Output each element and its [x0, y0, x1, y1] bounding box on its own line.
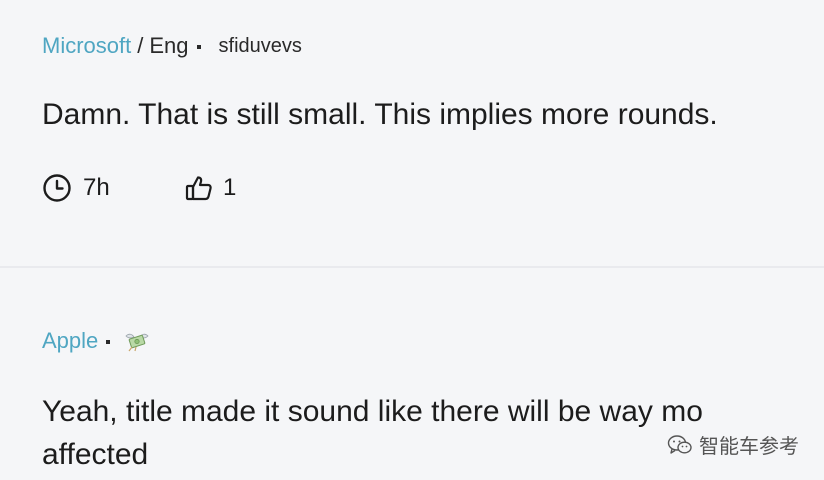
company-link[interactable]: Apple	[42, 328, 98, 354]
time-label: 7h	[83, 174, 110, 201]
meta-dot-separator	[196, 45, 201, 49]
post-stats: 7h 1	[42, 173, 236, 203]
username[interactable]: sfiduvevs	[219, 35, 302, 58]
post-meta: Microsoft / Eng sfiduvevs	[42, 33, 302, 59]
like-button[interactable]: 1	[184, 173, 236, 203]
post-time: 7h	[42, 173, 184, 203]
watermark-text: 智能车参考	[699, 436, 799, 458]
wechat-icon	[667, 434, 692, 454]
meta-dot-separator	[106, 340, 111, 344]
post-text: Damn. That is still small. This implies …	[42, 98, 718, 131]
subgroup-link[interactable]: Eng	[149, 33, 188, 59]
money-with-wings-icon	[124, 330, 150, 352]
breadcrumb-separator: /	[137, 33, 144, 58]
post-card[interactable]: Microsoft / Eng sfiduvevs Damn. That is …	[0, 0, 824, 266]
clock-icon	[43, 174, 71, 202]
watermark: 智能车参考	[667, 430, 799, 459]
like-count: 1	[223, 174, 237, 201]
thumbs-up-icon	[185, 176, 212, 201]
post-meta: Apple	[42, 328, 150, 354]
post-divider	[0, 266, 824, 268]
company-link[interactable]: Microsoft	[42, 33, 131, 59]
